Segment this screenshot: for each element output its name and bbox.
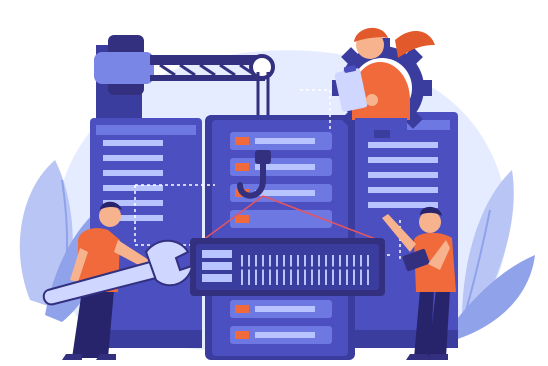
server-rack-icon [205,115,355,360]
lifted-server-unit [190,238,385,296]
illustration-canvas [19,27,535,360]
server-maintenance-illustration [0,0,548,366]
